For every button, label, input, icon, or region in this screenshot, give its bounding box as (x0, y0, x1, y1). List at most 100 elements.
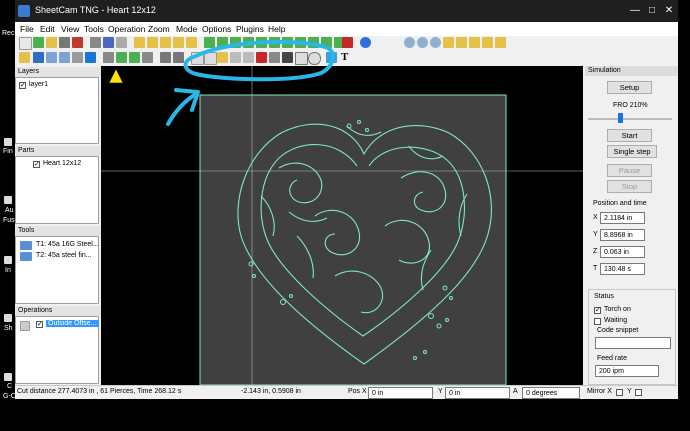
operation-checkbox[interactable]: ✓ (36, 321, 43, 328)
layer1-checkbox[interactable]: ✓ (19, 82, 26, 89)
rect-icon[interactable] (295, 52, 308, 65)
mark-icon[interactable] (282, 37, 293, 48)
menu-file[interactable]: File (20, 24, 34, 34)
calculator-icon[interactable] (90, 37, 101, 48)
image-icon[interactable] (59, 52, 70, 63)
array-icon[interactable] (160, 37, 171, 48)
edit-icon[interactable] (116, 37, 127, 48)
mirror-y-checkbox[interactable] (635, 389, 642, 396)
tool-item[interactable]: T2: 45a steel fin... (36, 252, 92, 259)
paint-icon[interactable] (72, 37, 83, 48)
profile-icon[interactable] (256, 37, 267, 48)
canvas-view[interactable] (101, 66, 583, 385)
tool-item[interactable]: T1: 45a 16G Steel... (36, 241, 99, 248)
copy-icon[interactable] (204, 37, 215, 48)
layer1-label[interactable]: layer1 (29, 81, 48, 88)
diagonal-icon[interactable] (142, 52, 153, 63)
undo-icon[interactable] (360, 37, 371, 48)
leadin-icon[interactable] (230, 52, 241, 63)
view-rotate-icon[interactable] (495, 37, 506, 48)
start-point-icon[interactable] (217, 52, 228, 63)
arrow-icon[interactable] (129, 52, 140, 63)
angle-field[interactable]: 0 degrees (522, 387, 580, 399)
waiting-checkbox[interactable] (594, 318, 601, 325)
maximize-icon[interactable]: □ (645, 4, 659, 18)
minimize-icon[interactable]: — (628, 4, 642, 18)
layer-icon[interactable] (46, 52, 57, 63)
view-side-icon[interactable] (469, 37, 480, 48)
lightning-icon[interactable] (326, 52, 337, 63)
zoom-out-icon[interactable] (430, 37, 441, 48)
grid-icon[interactable] (134, 37, 145, 48)
part-label[interactable]: Heart 12x12 (43, 160, 81, 167)
menu-edit[interactable]: Edit (40, 24, 55, 34)
move-icon[interactable] (103, 52, 114, 63)
zoom-in-icon[interactable] (417, 37, 428, 48)
table-icon[interactable] (72, 52, 83, 63)
torch-on-checkbox[interactable]: ✓ (594, 307, 601, 314)
line-icon[interactable] (116, 52, 127, 63)
toolbar-draw: T (15, 51, 678, 66)
single-step-button[interactable]: Single step (607, 145, 657, 158)
pos-y-field[interactable]: 0 in (445, 387, 510, 399)
open-icon[interactable] (46, 37, 57, 48)
delete-icon[interactable] (342, 37, 353, 48)
menu-options[interactable]: Options (202, 24, 231, 34)
crosshair-icon[interactable] (282, 52, 293, 63)
menu-zoom[interactable]: Zoom (148, 24, 170, 34)
stop-button[interactable]: Stop (607, 180, 652, 193)
text-tool-icon[interactable]: T (341, 51, 348, 63)
pierce-icon[interactable] (256, 52, 267, 63)
menu-mode[interactable]: Mode (176, 24, 197, 34)
script-icon[interactable] (295, 37, 306, 48)
close-icon[interactable]: ✕ (662, 4, 676, 18)
print-icon[interactable] (59, 37, 70, 48)
operation-item[interactable]: Outside Offse... (46, 320, 99, 327)
select-icon[interactable] (19, 52, 30, 63)
menu-help[interactable]: Help (268, 24, 285, 34)
engrave-icon[interactable] (269, 37, 280, 48)
start-button[interactable]: Start (607, 129, 652, 142)
circle-icon[interactable] (308, 52, 321, 65)
hole-icon[interactable] (321, 37, 332, 48)
y-position-field[interactable]: 8.8968 in (600, 229, 645, 241)
material-icon[interactable] (33, 52, 44, 63)
measure-icon[interactable] (160, 52, 171, 63)
origin-icon[interactable] (269, 52, 280, 63)
mirror-x-checkbox[interactable] (616, 389, 623, 396)
setup-button[interactable]: Setup (607, 81, 652, 94)
nest-icon[interactable] (147, 37, 158, 48)
dimension-icon[interactable] (173, 52, 184, 63)
menu-plugins[interactable]: Plugins (236, 24, 264, 34)
view-iso-icon[interactable] (482, 37, 493, 48)
menu-view[interactable]: View (61, 24, 79, 34)
part-icon[interactable] (186, 37, 197, 48)
part-checkbox[interactable]: ✓ (33, 161, 40, 168)
show-paths-icon[interactable] (85, 52, 96, 63)
menu-tools[interactable]: Tools (84, 24, 104, 34)
time-field[interactable]: 130.48 s (600, 263, 645, 275)
z-position-field[interactable]: 0.063 in (600, 246, 645, 258)
tool-icon[interactable] (217, 37, 228, 48)
feed-rate-field[interactable]: 200 ipm (595, 365, 659, 377)
drill-icon[interactable] (230, 37, 241, 48)
pocket-icon[interactable] (243, 37, 254, 48)
code-snippet-field[interactable] (595, 337, 671, 349)
pointer-select-icon[interactable] (204, 52, 217, 65)
tab-icon[interactable] (243, 52, 254, 63)
new-icon[interactable] (19, 37, 32, 50)
add-icon[interactable] (33, 37, 44, 48)
menu-operation[interactable]: Operation (108, 24, 145, 34)
jump-icon[interactable] (308, 37, 319, 48)
layout-icon[interactable] (173, 37, 184, 48)
fro-slider-thumb[interactable] (617, 113, 623, 123)
x-position-field[interactable]: 2.1184 in (600, 212, 645, 224)
pos-x-field[interactable]: 0 in (368, 387, 433, 399)
zoom-fit-icon[interactable] (404, 37, 415, 48)
view-front-icon[interactable] (456, 37, 467, 48)
view-top-icon[interactable] (443, 37, 454, 48)
fro-slider-track[interactable] (588, 118, 672, 120)
save-icon[interactable] (103, 37, 114, 48)
cursor-icon[interactable] (191, 52, 204, 65)
pause-button[interactable]: Pause (607, 164, 652, 177)
